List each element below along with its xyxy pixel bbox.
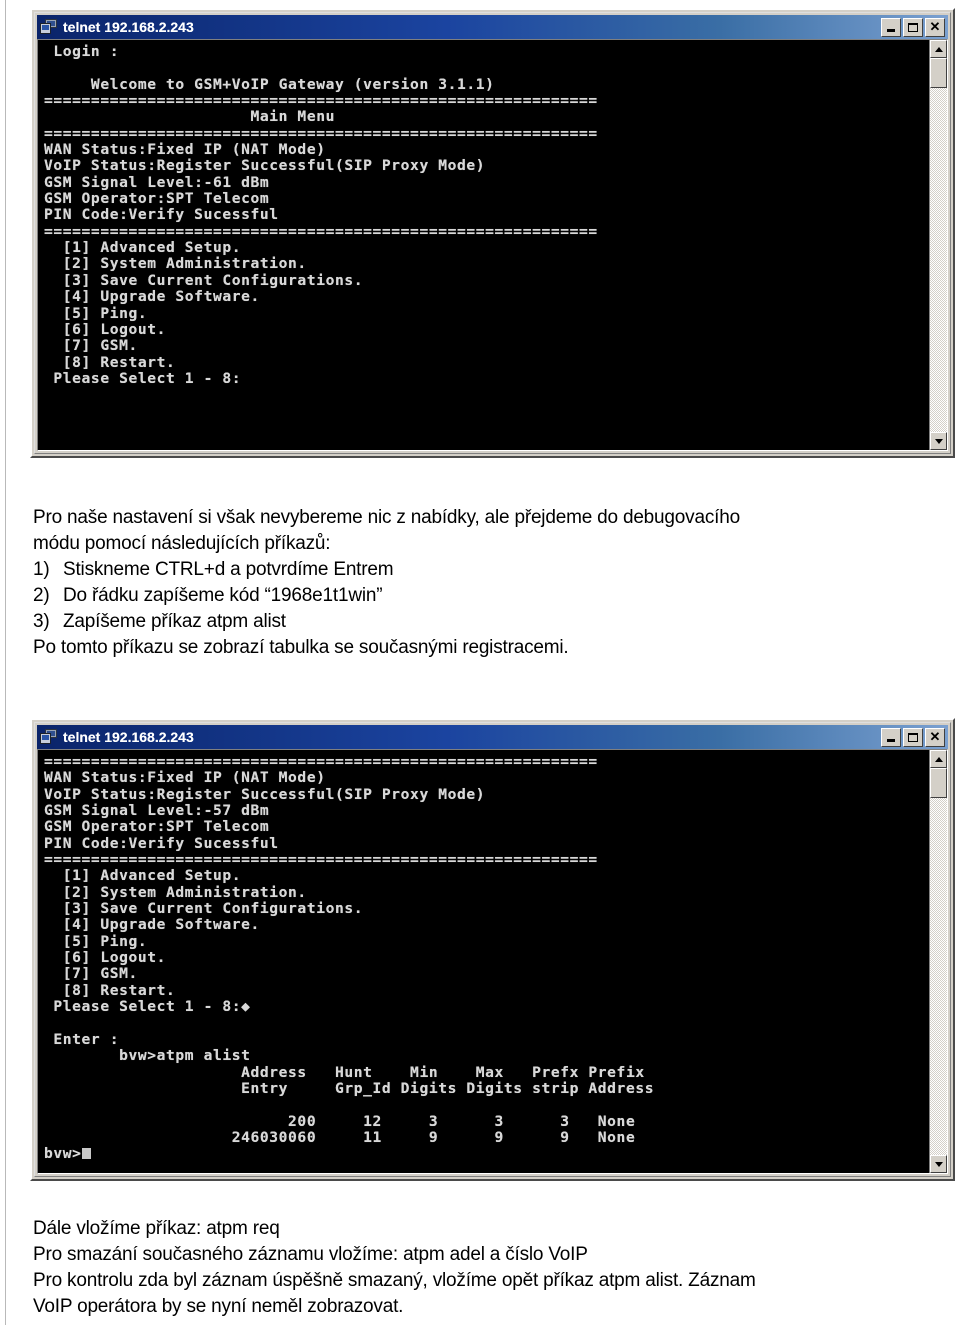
terminal-line: Please Select 1 - 8:◆ bbox=[44, 998, 251, 1016]
terminal-line: [7] GSM. bbox=[44, 337, 138, 355]
step-text: Zapíšeme příkaz atpm alist bbox=[63, 611, 286, 632]
instructions-block-2: Dále vložíme příkaz: atpm req Pro smazán… bbox=[33, 1216, 923, 1320]
terminal-line: Login : bbox=[44, 43, 120, 60]
terminal-line: ========================================… bbox=[44, 92, 598, 110]
terminal-line: [1] Advanced Setup. bbox=[44, 867, 242, 885]
scroll-track[interactable] bbox=[930, 798, 947, 1155]
prose-2-line-3: Pro kontrolu zda byl záznam úspěšně smaz… bbox=[33, 1270, 756, 1291]
close-button[interactable]: ✕ bbox=[925, 17, 945, 37]
terminal-1-output[interactable]: Login : Welcome to GSM+VoIP Gateway (ver… bbox=[38, 40, 929, 450]
scroll-track[interactable] bbox=[930, 88, 947, 432]
terminal-line: WAN Status:Fixed IP (NAT Mode) bbox=[44, 141, 326, 159]
window-2-title: telnet 192.168.2.243 bbox=[63, 729, 194, 745]
terminal-1-scrollbar[interactable] bbox=[929, 40, 947, 450]
terminal-line: 200 12 3 3 3 None bbox=[44, 1112, 636, 1130]
terminal-line: GSM Operator:SPT Telecom bbox=[44, 818, 270, 836]
step-number: 2) bbox=[33, 585, 50, 606]
terminal-line: Entry Grp_Id Digits Digits strip Address bbox=[44, 1079, 655, 1097]
window-1-title: telnet 192.168.2.243 bbox=[63, 19, 194, 35]
terminal-line: ========================================… bbox=[44, 124, 598, 142]
terminal-2-output[interactable]: ========================================… bbox=[38, 750, 929, 1173]
terminal-line: VoIP Status:Register Successful(SIP Prox… bbox=[44, 157, 486, 175]
terminal-line: [1] Advanced Setup. bbox=[44, 239, 242, 257]
prose-1-step-1: 1) Stiskneme CTRL+d a potvrdíme Entrem bbox=[33, 557, 923, 583]
terminal-line: Enter : bbox=[44, 1030, 120, 1048]
terminal-line: GSM Signal Level:-61 dBm bbox=[44, 173, 270, 191]
terminal-line: [6] Logout. bbox=[44, 949, 167, 967]
step-number: 1) bbox=[33, 559, 50, 580]
computer-icon bbox=[40, 728, 58, 746]
minimize-button[interactable] bbox=[881, 17, 901, 37]
step-text: Do řádku zapíšeme kód “1968e1t1win” bbox=[63, 585, 383, 606]
terminal-line: GSM Operator:SPT Telecom bbox=[44, 190, 270, 208]
prose-2-line-1: Dále vložíme příkaz: atpm req bbox=[33, 1218, 280, 1239]
prose-2-line-4: VoIP operátora by se nyní neměl zobrazov… bbox=[33, 1296, 404, 1317]
page-left-rule bbox=[5, 0, 6, 1325]
terminal-line: [5] Ping. bbox=[44, 932, 148, 950]
computer-icon bbox=[40, 18, 58, 36]
terminal-line: [8] Restart. bbox=[44, 353, 176, 371]
terminal-line: 246030060 11 9 9 9 None bbox=[44, 1128, 636, 1146]
terminal-line: VoIP Status:Register Successful(SIP Prox… bbox=[44, 785, 486, 803]
scroll-thumb[interactable] bbox=[930, 58, 947, 88]
terminal-line: [7] GSM. bbox=[44, 965, 138, 983]
terminal-line: [8] Restart. bbox=[44, 981, 176, 999]
terminal-line: [4] Upgrade Software. bbox=[44, 288, 260, 306]
terminal-line: PIN Code:Verify Sucessful bbox=[44, 206, 279, 224]
close-button[interactable]: ✕ bbox=[925, 727, 945, 747]
terminal-line: [2] System Administration. bbox=[44, 255, 307, 273]
window-1-controls[interactable]: ✕ bbox=[881, 17, 946, 37]
instructions-block-1: Pro naše nastavení si však nevybereme ni… bbox=[33, 505, 923, 661]
terminal-line: Address Hunt Min Max Prefx Prefix bbox=[44, 1063, 645, 1081]
prose-2-line-2: Pro smazání současného záznamu vložíme: … bbox=[33, 1244, 588, 1265]
scroll-up-arrow-icon[interactable] bbox=[930, 750, 947, 768]
window-2-titlebar[interactable]: telnet 192.168.2.243 ✕ bbox=[37, 725, 948, 749]
window-2-controls[interactable]: ✕ bbox=[881, 727, 946, 747]
terminal-line: ========================================… bbox=[44, 222, 598, 240]
document-page: telnet 192.168.2.243 ✕ Login : Welcome t… bbox=[0, 0, 960, 1325]
terminal-line: WAN Status:Fixed IP (NAT Mode) bbox=[44, 769, 326, 787]
terminal-line: Welcome to GSM+VoIP Gateway (version 3.1… bbox=[44, 75, 495, 93]
terminal-2-scrollbar[interactable] bbox=[929, 750, 947, 1173]
terminal-line: [3] Save Current Configurations. bbox=[44, 900, 364, 918]
terminal-line: GSM Signal Level:-57 dBm bbox=[44, 802, 270, 820]
telnet-window-2[interactable]: telnet 192.168.2.243 ✕ =================… bbox=[30, 718, 955, 1181]
prose-1-line-2: módu pomocí následujících příkazů: bbox=[33, 533, 331, 554]
telnet-window-1[interactable]: telnet 192.168.2.243 ✕ Login : Welcome t… bbox=[30, 8, 955, 458]
window-1-titlebar[interactable]: telnet 192.168.2.243 ✕ bbox=[37, 15, 948, 39]
prose-1-line-1: Pro naše nastavení si však nevybereme ni… bbox=[33, 507, 740, 528]
terminal-line: Please Select 1 - 8: bbox=[44, 369, 242, 387]
terminal-line: [5] Ping. bbox=[44, 304, 148, 322]
terminal-line: PIN Code:Verify Sucessful bbox=[44, 834, 279, 852]
terminal-line: Main Menu bbox=[44, 108, 335, 126]
scroll-down-arrow-icon[interactable] bbox=[930, 432, 947, 450]
minimize-button[interactable] bbox=[881, 727, 901, 747]
step-number: 3) bbox=[33, 611, 50, 632]
terminal-line: [6] Logout. bbox=[44, 320, 167, 338]
terminal-line: [2] System Administration. bbox=[44, 883, 307, 901]
terminal-cursor bbox=[81, 1148, 91, 1160]
step-text: Stiskneme CTRL+d a potvrdíme Entrem bbox=[63, 559, 394, 580]
prose-1-step-2: 2) Do řádku zapíšeme kód “1968e1t1win” bbox=[33, 583, 923, 609]
scroll-up-arrow-icon[interactable] bbox=[930, 40, 947, 58]
maximize-button[interactable] bbox=[903, 17, 923, 37]
scroll-thumb[interactable] bbox=[930, 768, 947, 798]
scroll-down-arrow-icon[interactable] bbox=[930, 1155, 947, 1173]
terminal-line: ========================================… bbox=[44, 753, 598, 770]
maximize-button[interactable] bbox=[903, 727, 923, 747]
terminal-line: bvw>atpm alist bbox=[44, 1047, 251, 1065]
terminal-prompt-line: bvw> bbox=[44, 1145, 929, 1162]
window-2-body: ========================================… bbox=[37, 749, 948, 1174]
terminal-line: ========================================… bbox=[44, 851, 598, 869]
prose-1-step-3: 3) Zapíšeme příkaz atpm alist bbox=[33, 609, 923, 635]
prose-1-line-3: Po tomto příkazu se zobrazí tabulka se s… bbox=[33, 637, 569, 658]
window-1-body: Login : Welcome to GSM+VoIP Gateway (ver… bbox=[37, 39, 948, 451]
terminal-line: [4] Upgrade Software. bbox=[44, 916, 260, 934]
terminal-line: [3] Save Current Configurations. bbox=[44, 271, 364, 289]
